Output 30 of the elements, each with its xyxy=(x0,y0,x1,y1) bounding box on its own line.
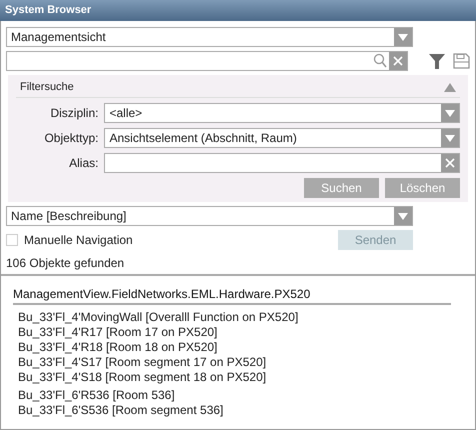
filter-dropdown[interactable]: Ansichtselement (Abschnitt, Raum) xyxy=(104,128,460,148)
window-title: System Browser xyxy=(0,0,476,21)
result-item[interactable]: Bu_33'Fl_4'S18 [Room segment 18 on PX520] xyxy=(18,370,266,385)
field-label: Disziplin: xyxy=(49,106,98,120)
filter-dropdown[interactable]: <alle> xyxy=(104,103,460,123)
result-item[interactable]: Bu_33'Fl_4'MovingWall [Overalll Function on PX520] xyxy=(18,310,298,325)
result-count: 106 Objekte gefunden xyxy=(6,255,126,272)
collapse-arrow-icon[interactable] xyxy=(444,82,456,92)
result-item[interactable]: Bu_33'Fl_4'R18 [Room 18 on PX520] xyxy=(18,340,218,355)
clear-button[interactable] xyxy=(389,52,408,70)
checkbox-label: Manuelle Navigation xyxy=(24,233,133,247)
view-dropdown[interactable]: Managementsicht xyxy=(6,27,413,47)
result-item[interactable]: Bu_33'Fl_4'S17 [Room segment 17 on PX520] xyxy=(18,355,266,370)
clear-button[interactable] xyxy=(441,154,459,172)
checkbox[interactable] xyxy=(6,234,18,246)
field-label: Objekttyp: xyxy=(43,131,98,145)
result-item[interactable]: Bu_33'Fl_6'S536 [Room segment 536] xyxy=(18,403,224,418)
save-icon[interactable] xyxy=(452,52,470,70)
close-icon xyxy=(393,56,404,66)
result-item[interactable]: Bu_33'Fl_4'R17 [Room 17 on PX520] xyxy=(18,325,218,340)
search-field[interactable] xyxy=(6,51,408,71)
search-icon[interactable] xyxy=(371,52,390,70)
alias-field[interactable] xyxy=(104,153,460,173)
filter-icon[interactable] xyxy=(428,52,446,70)
field-label: Alias: xyxy=(68,156,98,170)
close-icon xyxy=(445,158,455,168)
result-item[interactable]: Bu_33'Fl_6'R536 [Room 536] xyxy=(18,388,175,403)
display-dropdown[interactable]: Name [Beschreibung] xyxy=(6,206,413,226)
filter-panel-title: Filtersuche xyxy=(20,81,74,93)
result-path-heading: ManagementView.FieldNetworks.EML.Hardware.PX520 xyxy=(13,287,451,305)
